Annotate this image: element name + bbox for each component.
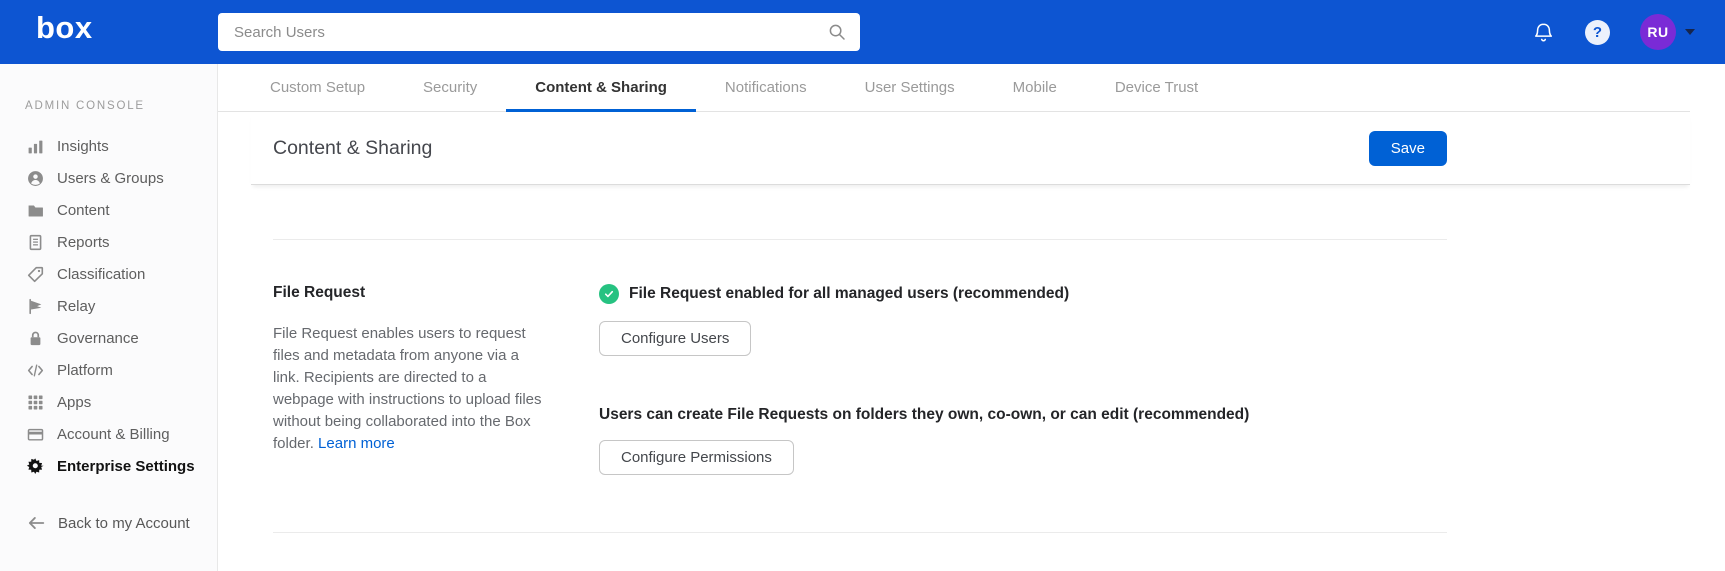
sidebar-item-content[interactable]: Content	[0, 194, 217, 226]
sidebar-item-account-billing[interactable]: Account & Billing	[0, 418, 217, 450]
bar-chart-icon	[27, 138, 44, 155]
search-input[interactable]	[232, 22, 828, 42]
file-request-controls: File Request enabled for all managed use…	[599, 284, 1725, 475]
code-icon	[27, 362, 44, 379]
sidebar-item-classification[interactable]: Classification	[0, 258, 217, 290]
topbar-actions: ? RU	[1532, 0, 1695, 64]
sidebar-item-relay[interactable]: Relay	[0, 290, 217, 322]
tab-notifications[interactable]: Notifications	[696, 64, 836, 111]
sidebar-item-platform[interactable]: Platform	[0, 354, 217, 386]
grid-icon	[27, 394, 44, 411]
main-content: Custom Setup Security Content & Sharing …	[218, 64, 1725, 571]
tab-custom-setup[interactable]: Custom Setup	[241, 64, 394, 111]
sidebar-item-users-groups[interactable]: Users & Groups	[0, 162, 217, 194]
report-icon	[27, 234, 44, 251]
box-logo: box	[36, 10, 93, 45]
file-request-status-label: File Request enabled for all managed use…	[629, 285, 1070, 302]
section-bottom-divider	[273, 532, 1447, 533]
flag-icon	[27, 298, 44, 315]
sidebar-item-apps[interactable]: Apps	[0, 386, 217, 418]
save-button[interactable]: Save	[1368, 130, 1447, 166]
check-circle-icon	[599, 284, 619, 304]
configure-permissions-button[interactable]: Configure Permissions	[599, 440, 794, 475]
gear-icon	[27, 457, 44, 475]
file-request-permissions: Users can create File Requests on folder…	[599, 406, 1725, 475]
settings-tabbar: Custom Setup Security Content & Sharing …	[218, 64, 1690, 112]
search-box	[218, 13, 860, 51]
file-request-section: File Request File Request enables users …	[218, 240, 1725, 475]
lock-icon	[27, 330, 44, 347]
page-header: Content & Sharing Save	[251, 112, 1690, 185]
users-icon	[27, 170, 44, 187]
file-request-title: File Request	[273, 284, 366, 301]
sidebar-item-insights[interactable]: Insights	[0, 130, 217, 162]
tab-content-sharing[interactable]: Content & Sharing	[506, 64, 696, 112]
file-request-status: File Request enabled for all managed use…	[599, 284, 1725, 304]
help-icon[interactable]: ?	[1585, 19, 1610, 45]
learn-more-link[interactable]: Learn more	[318, 435, 395, 452]
tab-device-trust[interactable]: Device Trust	[1086, 64, 1227, 111]
tag-icon	[27, 266, 44, 283]
permissions-label: Users can create File Requests on folder…	[599, 406, 1250, 423]
folder-icon	[27, 202, 44, 219]
sidebar-item-enterprise-settings[interactable]: Enterprise Settings	[0, 450, 217, 482]
tab-user-settings[interactable]: User Settings	[836, 64, 984, 111]
account-menu[interactable]: RU	[1640, 14, 1695, 50]
sidebar-nav: Insights Users & Groups Content Reports …	[0, 130, 217, 482]
page-title: Content & Sharing	[273, 136, 433, 159]
configure-users-button[interactable]: Configure Users	[599, 321, 752, 356]
credit-card-icon	[27, 426, 44, 443]
sidebar-item-governance[interactable]: Governance	[0, 322, 217, 354]
caret-down-icon	[1685, 29, 1695, 35]
file-request-description: File Request enables users to request fi…	[273, 325, 542, 452]
sidebar-item-reports[interactable]: Reports	[0, 226, 217, 258]
avatar[interactable]: RU	[1640, 14, 1676, 50]
top-header: box ? RU	[0, 0, 1725, 64]
file-request-info: File Request File Request enables users …	[273, 284, 545, 475]
back-to-account-link[interactable]: Back to my Account	[0, 514, 217, 532]
tab-mobile[interactable]: Mobile	[984, 64, 1086, 111]
admin-sidebar: ADMIN CONSOLE Insights Users & Groups Co…	[0, 64, 218, 571]
sidebar-section-label: ADMIN CONSOLE	[25, 100, 145, 112]
search-icon[interactable]	[828, 23, 846, 41]
back-to-account-label: Back to my Account	[58, 514, 190, 532]
bell-icon[interactable]	[1532, 21, 1555, 44]
arrow-left-icon	[27, 514, 45, 532]
tab-security[interactable]: Security	[394, 64, 506, 111]
